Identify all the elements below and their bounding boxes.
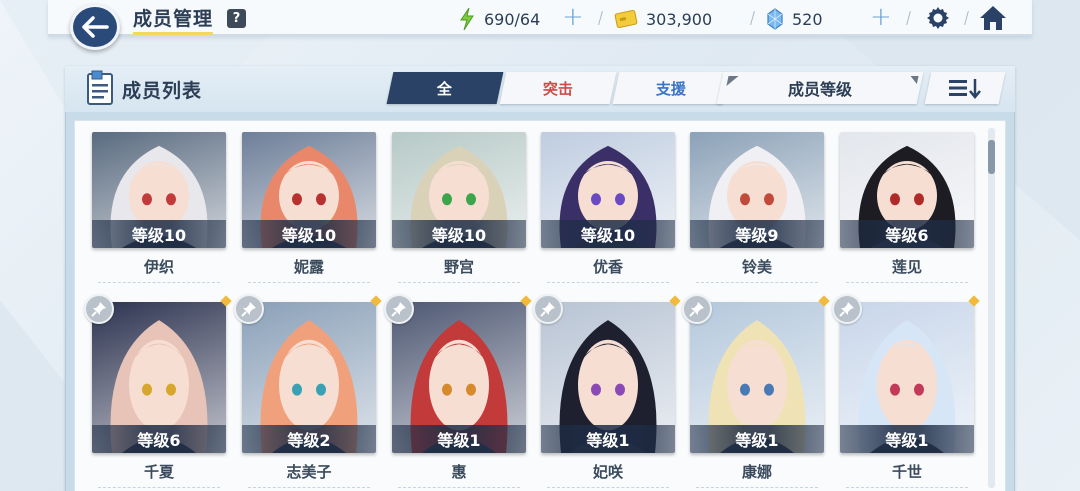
tab-label: 支援 [655,79,686,98]
member-name: 志美子 [286,463,332,481]
pin-button[interactable] [234,294,264,324]
filter-tabs: 全 突击 支援 [386,72,730,104]
member-level: 等级1 [840,425,974,453]
tab-striker[interactable]: 突击 [499,72,617,104]
arrow-left-icon [82,16,109,38]
lightning-icon [460,7,474,31]
member-name: 千世 [891,463,922,481]
add-ap-button[interactable]: + [562,4,584,30]
tab-label: 全 [437,79,453,98]
member-level: 等级1 [541,425,675,453]
sort-dropdown[interactable]: 成员等级 [716,72,924,104]
member-level: 等级1 [392,425,526,453]
pin-button[interactable] [384,294,414,324]
member-name: 康娜 [741,463,772,481]
member-portrait: 等级6 [840,132,974,248]
gems-display: 520 [766,7,823,31]
member-portrait: 等级2 [242,302,376,453]
member-level: 等级2 [242,425,376,453]
pin-icon [689,302,704,317]
home-icon [980,6,1006,30]
member-level: 等级10 [92,220,226,248]
divider [547,487,669,488]
member-level: 等级6 [92,425,226,453]
page-title: 成员管理 [133,4,214,35]
pin-icon [391,302,406,317]
member-level: 等级6 [840,220,974,248]
member-portrait: 等级1 [840,302,974,453]
divider [248,487,370,488]
credits-value: 303,900 [646,9,713,29]
member-name: 铃美 [741,258,772,276]
member-portrait: 等级1 [690,302,824,453]
member-name: 妃咲 [592,463,623,481]
member-portrait: 等级10 [242,132,376,248]
credit-card-icon [614,9,638,29]
corner-mark [908,76,919,84]
gems-value: 520 [792,9,823,29]
member-name: 莲见 [891,258,922,276]
sort-descending-icon [949,79,981,99]
scrollbar-thumb[interactable] [988,140,995,174]
divider [547,282,669,283]
divider [248,282,370,283]
tab-all[interactable]: 全 [386,72,504,104]
tab-label: 突击 [542,79,573,98]
sort-order-button[interactable] [924,72,1006,104]
member-level: 等级9 [690,220,824,248]
divider [696,282,818,283]
member-level: 等级10 [392,220,526,248]
member-portrait: 等级1 [392,302,526,453]
member-portrait: 等级6 [92,302,226,453]
pin-button[interactable] [832,294,862,324]
pin-button[interactable] [84,294,114,324]
member-name: 野宫 [443,258,474,276]
member-portrait: 等级1 [541,302,675,453]
pin-icon [91,302,106,317]
pin-button[interactable] [533,294,563,324]
member-portrait: 等级9 [690,132,824,248]
divider [98,487,220,488]
divider [696,487,818,488]
tab-special[interactable]: 支援 [612,72,730,104]
divider [398,487,520,488]
pin-icon [540,302,555,317]
member-name: 优香 [592,258,623,276]
pin-icon [241,302,256,317]
pin-icon [839,302,854,317]
credits-display: 303,900 [614,7,712,31]
help-button[interactable]: ? [227,9,246,28]
back-button[interactable] [70,4,120,50]
add-gems-button[interactable]: + [870,4,892,30]
ap-value: 690/64 [484,9,541,29]
member-level: 等级1 [690,425,824,453]
member-level: 等级10 [242,220,376,248]
divider [398,282,520,283]
divider [846,282,968,283]
home-button[interactable] [978,4,1008,36]
ap-display: 690/64 [458,7,540,31]
member-name: 妮露 [293,258,324,276]
pin-button[interactable] [682,294,712,324]
divider [846,487,968,488]
panel-title: 成员列表 [122,80,203,102]
sort-label: 成员等级 [787,80,852,99]
member-portrait: 等级10 [541,132,675,248]
scrollbar-track[interactable] [988,128,995,488]
member-name: 千夏 [143,463,174,481]
roster-icon [87,70,113,105]
member-name: 伊织 [143,258,174,276]
member-name: 惠 [451,463,467,481]
filter-icon [726,76,739,86]
divider [98,282,220,283]
gear-icon [927,7,949,29]
gem-icon [767,8,783,30]
settings-button[interactable] [925,5,951,35]
member-portrait: 等级10 [92,132,226,248]
member-level: 等级10 [541,220,675,248]
member-portrait: 等级10 [392,132,526,248]
